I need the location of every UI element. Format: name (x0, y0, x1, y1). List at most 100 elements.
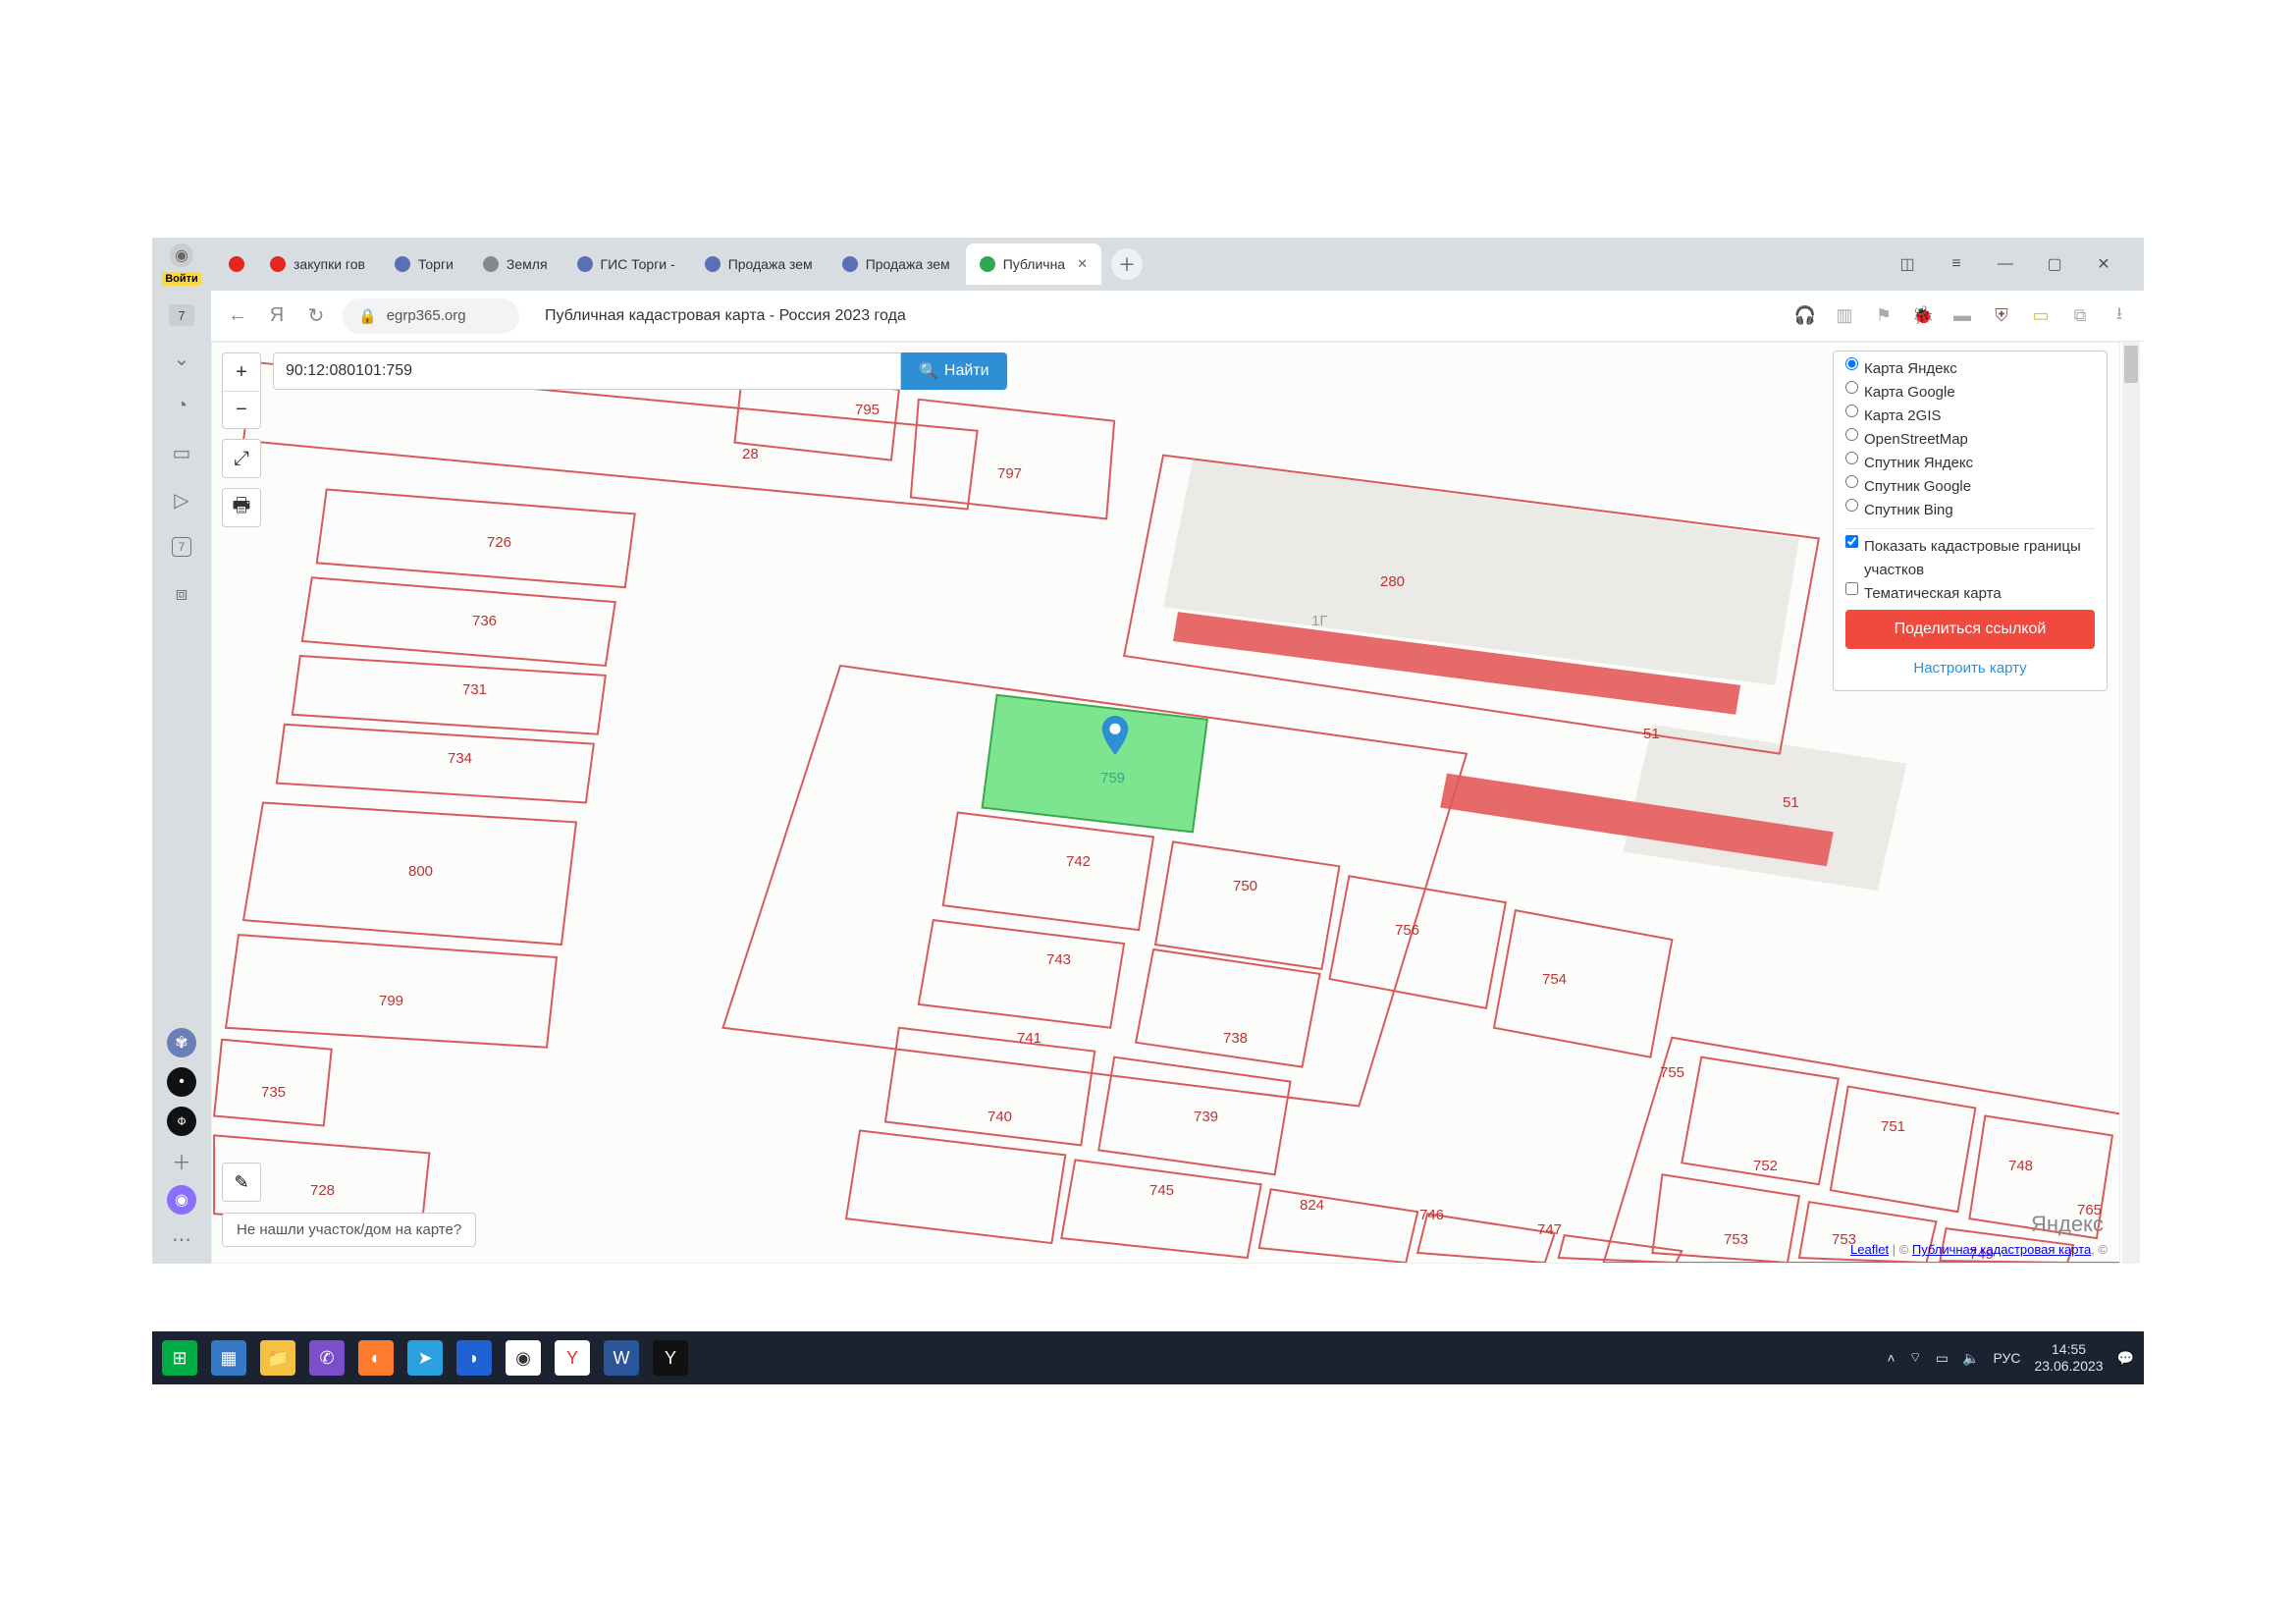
layer-option-google[interactable]: Карта Google (1845, 381, 2095, 405)
battery-icon[interactable]: ▭ (2030, 305, 2052, 327)
tab-1[interactable]: Торги (381, 244, 467, 285)
taskbar-app-store-icon[interactable]: ▦ (211, 1340, 246, 1376)
zoom-out-button[interactable]: − (223, 391, 260, 428)
scrollbar-thumb[interactable] (2124, 346, 2138, 383)
layer-option-2gis[interactable]: Карта 2GIS (1845, 405, 2095, 428)
radio-icon[interactable] (1845, 499, 1858, 512)
start-menu-icon[interactable]: ⊞ (162, 1340, 197, 1376)
yandex-icon[interactable]: Я (264, 304, 290, 327)
reload-icon[interactable]: ↻ (303, 303, 329, 328)
close-icon[interactable]: ✕ (1077, 256, 1088, 272)
tray-volume-icon[interactable]: 🔈 (1962, 1350, 1979, 1367)
tray-expand-icon[interactable]: ˄ (1887, 1350, 1895, 1366)
tray-notifications-icon[interactable]: 💬 (2117, 1350, 2134, 1367)
taskbar-explorer-icon[interactable]: 📁 (260, 1340, 295, 1376)
cadastral-search-input[interactable] (273, 352, 901, 390)
radio-icon[interactable] (1845, 405, 1858, 417)
download-icon[interactable]: ⭳ (2109, 305, 2130, 327)
ext-ladybug-icon[interactable]: 🐞 (1912, 305, 1934, 327)
leaflet-link[interactable]: Leaflet (1850, 1242, 1889, 1257)
taskbar-app-icon[interactable]: ◗ (456, 1340, 492, 1376)
system-tray: ˄ ⌔ ▭ 🔈 РУС 14:55 23.06.2023 💬 (1887, 1341, 2134, 1375)
taskbar-viber-icon[interactable]: ✆ (309, 1340, 345, 1376)
checkbox-thematic[interactable]: Тематическая карта (1845, 582, 2095, 606)
tabs-count-badge[interactable]: 7 (169, 304, 194, 326)
tab-4[interactable]: Продажа зем (691, 244, 827, 285)
reader-icon[interactable]: ▥ (1834, 305, 1855, 327)
radio-icon[interactable] (1845, 452, 1858, 464)
yandex-logo: Яндекс (2031, 1212, 2104, 1237)
taskbar-telegram-icon[interactable]: ➤ (407, 1340, 443, 1376)
tab-6-active[interactable]: Публична✕ (966, 244, 1101, 285)
radio-icon[interactable] (1845, 357, 1858, 370)
add-panel-icon[interactable]: ＋ (167, 1146, 196, 1175)
layer-option-osm[interactable]: OpenStreetMap (1845, 428, 2095, 452)
tray-language[interactable]: РУС (1993, 1350, 2020, 1366)
print-button[interactable]: 🖶 (222, 488, 261, 527)
maximize-icon[interactable]: ▢ (2042, 251, 2067, 277)
tab-label: Продажа зем (728, 256, 813, 272)
ruler-button[interactable]: ✎ (222, 1163, 261, 1202)
ext-gov-icon[interactable]: ✾ (167, 1028, 196, 1057)
help-chip[interactable]: Не нашли участок/дом на карте? (222, 1213, 476, 1247)
window-close-icon[interactable]: ✕ (2091, 251, 2116, 277)
alice-icon[interactable]: ◉ (167, 1185, 196, 1215)
checkbox-boundaries[interactable]: Показать кадастровые границы участков (1845, 535, 2095, 582)
map-viewport[interactable]: 795 797 28 726 736 731 734 800 799 735 7… (211, 342, 2120, 1264)
minimize-icon[interactable]: — (1993, 251, 2018, 277)
search-button[interactable]: 🔍 Найти (901, 352, 1007, 390)
radio-icon[interactable] (1845, 381, 1858, 394)
tray-cloud-icon[interactable]: ⌔ (1909, 1349, 1922, 1367)
panels-icon[interactable]: ◫ (1895, 251, 1920, 277)
clock-icon[interactable]: ◔ (167, 391, 196, 420)
configure-map-link[interactable]: Настроить карту (1845, 657, 2095, 680)
share-link-button[interactable]: Поделиться ссылкой (1845, 610, 2095, 649)
ext-cloud-icon[interactable]: ▬ (1951, 305, 1973, 327)
layer-option-sat-bing[interactable]: Спутник Bing (1845, 499, 2095, 522)
radio-icon[interactable] (1845, 475, 1858, 488)
taskbar-yabrowser-icon[interactable]: Y (653, 1340, 688, 1376)
favicon-icon (705, 256, 721, 272)
ext-shield-icon[interactable]: ⛨ (1991, 305, 2012, 327)
ext-phi-icon[interactable]: Ф (167, 1107, 196, 1136)
tab-0[interactable]: закупки гов (256, 244, 379, 285)
tray-battery-icon[interactable]: ▭ (1936, 1350, 1949, 1367)
source-link[interactable]: Публичная кадастровая карта (1912, 1242, 2091, 1257)
layer-option-yandex[interactable]: Карта Яндекс (1845, 357, 2095, 381)
menu-icon[interactable]: ≡ (1944, 251, 1969, 277)
chevron-down-icon[interactable]: ⌄ (167, 344, 196, 373)
taskbar-word-icon[interactable]: W (604, 1340, 639, 1376)
zoom-in-button[interactable]: + (223, 353, 260, 391)
tab-5[interactable]: Продажа зем (828, 244, 964, 285)
extensions-icon[interactable]: ⧉ (2069, 305, 2091, 327)
ext-dot-icon[interactable]: • (167, 1067, 196, 1097)
login-button[interactable]: ◉ Войти (160, 244, 203, 287)
url-field[interactable]: 🔒 egrp365.org (343, 298, 519, 334)
screenshot-icon[interactable]: ⧈ (167, 579, 196, 609)
checkbox-icon[interactable] (1845, 582, 1858, 595)
more-icon[interactable]: ⋯ (167, 1224, 196, 1254)
layer-option-sat-yandex[interactable]: Спутник Яндекс (1845, 452, 2095, 475)
tab-2[interactable]: Земля (469, 244, 561, 285)
tray-clock[interactable]: 14:55 23.06.2023 (2034, 1341, 2103, 1375)
headphones-icon[interactable]: 🎧 (1794, 305, 1816, 327)
taskbar-chrome-icon[interactable]: ◉ (506, 1340, 541, 1376)
address-bar: ← Я ↻ 🔒 egrp365.org Публичная кадастрова… (211, 291, 2144, 342)
layer-option-sat-google[interactable]: Спутник Google (1845, 475, 2095, 499)
pinned-tab-0[interactable] (219, 244, 254, 285)
play-icon[interactable]: ▷ (167, 485, 196, 514)
collection-icon[interactable]: ▭ (167, 438, 196, 467)
fullscreen-button[interactable]: ⤢ (222, 439, 261, 478)
map-pin-icon[interactable] (1101, 716, 1129, 755)
favicon-icon (483, 256, 499, 272)
new-tab-button[interactable]: ＋ (1111, 248, 1143, 280)
checkbox-icon[interactable] (1845, 535, 1858, 548)
tab-3[interactable]: ГИС Торги - (563, 244, 689, 285)
box-7-icon[interactable]: 7 (167, 532, 196, 562)
page-scrollbar[interactable] (2122, 342, 2140, 1264)
taskbar-yandex-icon[interactable]: Y (555, 1340, 590, 1376)
taskbar-firefox-icon[interactable]: ◐ (358, 1340, 394, 1376)
back-icon[interactable]: ← (225, 304, 250, 327)
radio-icon[interactable] (1845, 428, 1858, 441)
bookmark-icon[interactable]: ⚑ (1873, 305, 1895, 327)
